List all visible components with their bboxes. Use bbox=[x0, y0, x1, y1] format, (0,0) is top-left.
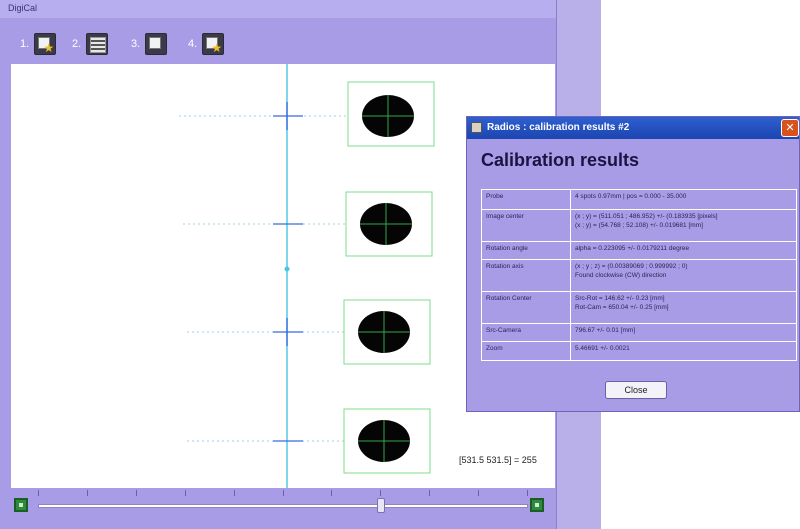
slider-tick bbox=[331, 490, 332, 496]
calibration-results-dialog: Radios : calibration results #2 ✕ Calibr… bbox=[466, 116, 800, 412]
row-value: (x ; y) = (511.051 ; 486.952) +/- (0.183… bbox=[570, 209, 797, 242]
row-label: Zoom bbox=[481, 341, 571, 361]
frame-slider-track[interactable] bbox=[38, 504, 528, 508]
previous-frame-button[interactable] bbox=[14, 498, 28, 512]
results-table: Probe 4 spots 0.97mm | pos = 0.000 - 35.… bbox=[481, 189, 797, 361]
table-row: Src-Camera 796.67 +/- 0.01 [mm] bbox=[481, 323, 797, 342]
dialog-heading: Calibration results bbox=[481, 150, 640, 170]
slider-bar bbox=[0, 488, 556, 529]
slider-tick bbox=[429, 490, 430, 496]
row-value-line: Found clockwise (CW) direction bbox=[575, 272, 667, 279]
row-label: Probe bbox=[481, 189, 571, 210]
row-value-line: 796.67 +/- 0.01 [mm] bbox=[575, 327, 636, 334]
table-row: Rotation Center Src-Rot = 146.62 +/- 0.2… bbox=[481, 291, 797, 324]
close-icon[interactable]: ✕ bbox=[781, 119, 799, 137]
table-row: Probe 4 spots 0.97mm | pos = 0.000 - 35.… bbox=[481, 189, 797, 210]
target-icon bbox=[149, 37, 162, 49]
slider-tick bbox=[380, 490, 381, 496]
row-value-line: Rot-Cam = 650.04 +/- 0.25 [mm] bbox=[575, 304, 669, 311]
row-label: Rotation angle bbox=[481, 241, 571, 260]
step-1: 1. ★ bbox=[20, 32, 57, 56]
slider-tick bbox=[87, 490, 88, 496]
slider-tick bbox=[527, 490, 528, 496]
star-icon: ★ bbox=[43, 41, 55, 55]
dialog-title-bar[interactable]: Radios : calibration results #2 ✕ bbox=[467, 117, 799, 139]
row-value: Src-Rot = 146.62 +/- 0.23 [mm] Rot-Cam = … bbox=[570, 291, 797, 324]
close-button[interactable]: Close bbox=[605, 381, 667, 399]
step-number: 4. bbox=[188, 38, 198, 50]
next-frame-button[interactable] bbox=[530, 498, 544, 512]
row-label: Src-Camera bbox=[481, 323, 571, 342]
slider-tick bbox=[478, 490, 479, 496]
row-value-line: Src-Rot = 146.62 +/- 0.23 [mm] bbox=[575, 295, 665, 302]
step-number: 2. bbox=[72, 38, 82, 50]
row-value: 796.67 +/- 0.01 [mm] bbox=[570, 323, 797, 342]
row-value-line: 5.46691 +/- 0.0021 bbox=[575, 345, 630, 352]
table-row: Rotation angle alpha = 0.223095 +/- 0.01… bbox=[481, 241, 797, 260]
table-row: Zoom 5.46691 +/- 0.0021 bbox=[481, 341, 797, 361]
table-row: Rotation axis (x ; y ; z) = (0.00389069 … bbox=[481, 259, 797, 292]
step-3-button[interactable] bbox=[145, 33, 168, 55]
pixel-coordinate-readout: [531.5 531.5] = 255 bbox=[459, 455, 537, 465]
row-label: Image center bbox=[481, 209, 571, 242]
marker-2 bbox=[183, 191, 433, 257]
row-label: Rotation axis bbox=[481, 259, 571, 292]
slider-tick bbox=[185, 490, 186, 496]
row-value-line: (x ; y ; z) = (0.00389069 ; 0.999992 ; 0… bbox=[575, 263, 688, 270]
row-value-line: (x ; y) = (54.768 ; 52.108) +/- 0.019681… bbox=[575, 222, 703, 229]
row-value: 4 spots 0.97mm | pos = 0.000 - 35.000 bbox=[570, 189, 797, 210]
slider-tick bbox=[283, 490, 284, 496]
app-icon bbox=[471, 122, 482, 133]
marker-1 bbox=[179, 81, 435, 147]
marker-4 bbox=[187, 408, 431, 474]
row-value: (x ; y ; z) = (0.00389069 ; 0.999992 ; 0… bbox=[570, 259, 797, 292]
step-number: 3. bbox=[131, 38, 141, 50]
slider-ticks bbox=[38, 490, 528, 502]
row-label: Rotation Center bbox=[481, 291, 571, 324]
slider-tick bbox=[38, 490, 39, 496]
step-2: 2. bbox=[72, 32, 109, 56]
window-title: DigiCal bbox=[8, 3, 38, 13]
marker-3 bbox=[187, 299, 431, 365]
dialog-title: Radios : calibration results #2 bbox=[487, 122, 630, 133]
slider-tick bbox=[234, 490, 235, 496]
row-value-line: alpha = 0.223095 +/- 0.0179211 degree bbox=[575, 245, 690, 252]
step-2-button[interactable] bbox=[86, 33, 109, 55]
step-number: 1. bbox=[20, 38, 30, 50]
frame-slider-thumb[interactable] bbox=[377, 498, 385, 513]
row-value: 5.46691 +/- 0.0021 bbox=[570, 341, 797, 361]
row-value: alpha = 0.223095 +/- 0.0179211 degree bbox=[570, 241, 797, 260]
title-bar: DigiCal bbox=[0, 0, 556, 19]
step-1-button[interactable]: ★ bbox=[34, 33, 57, 55]
row-value-line: 4 spots 0.97mm | pos = 0.000 - 35.000 bbox=[575, 193, 687, 200]
table-row: Image center (x ; y) = (511.051 ; 486.95… bbox=[481, 209, 797, 242]
grid-icon bbox=[90, 37, 107, 53]
step-4: 4. ★ bbox=[188, 32, 225, 56]
step-3: 3. bbox=[131, 32, 168, 56]
toolbar: 1. ★ 2. 3. 4. ★ bbox=[0, 18, 556, 64]
axis-point bbox=[284, 266, 290, 272]
step-4-button[interactable]: ★ bbox=[202, 33, 225, 55]
row-value-line: (x ; y) = (511.051 ; 486.952) +/- (0.183… bbox=[575, 213, 718, 220]
star-icon: ★ bbox=[211, 41, 223, 55]
slider-tick bbox=[136, 490, 137, 496]
